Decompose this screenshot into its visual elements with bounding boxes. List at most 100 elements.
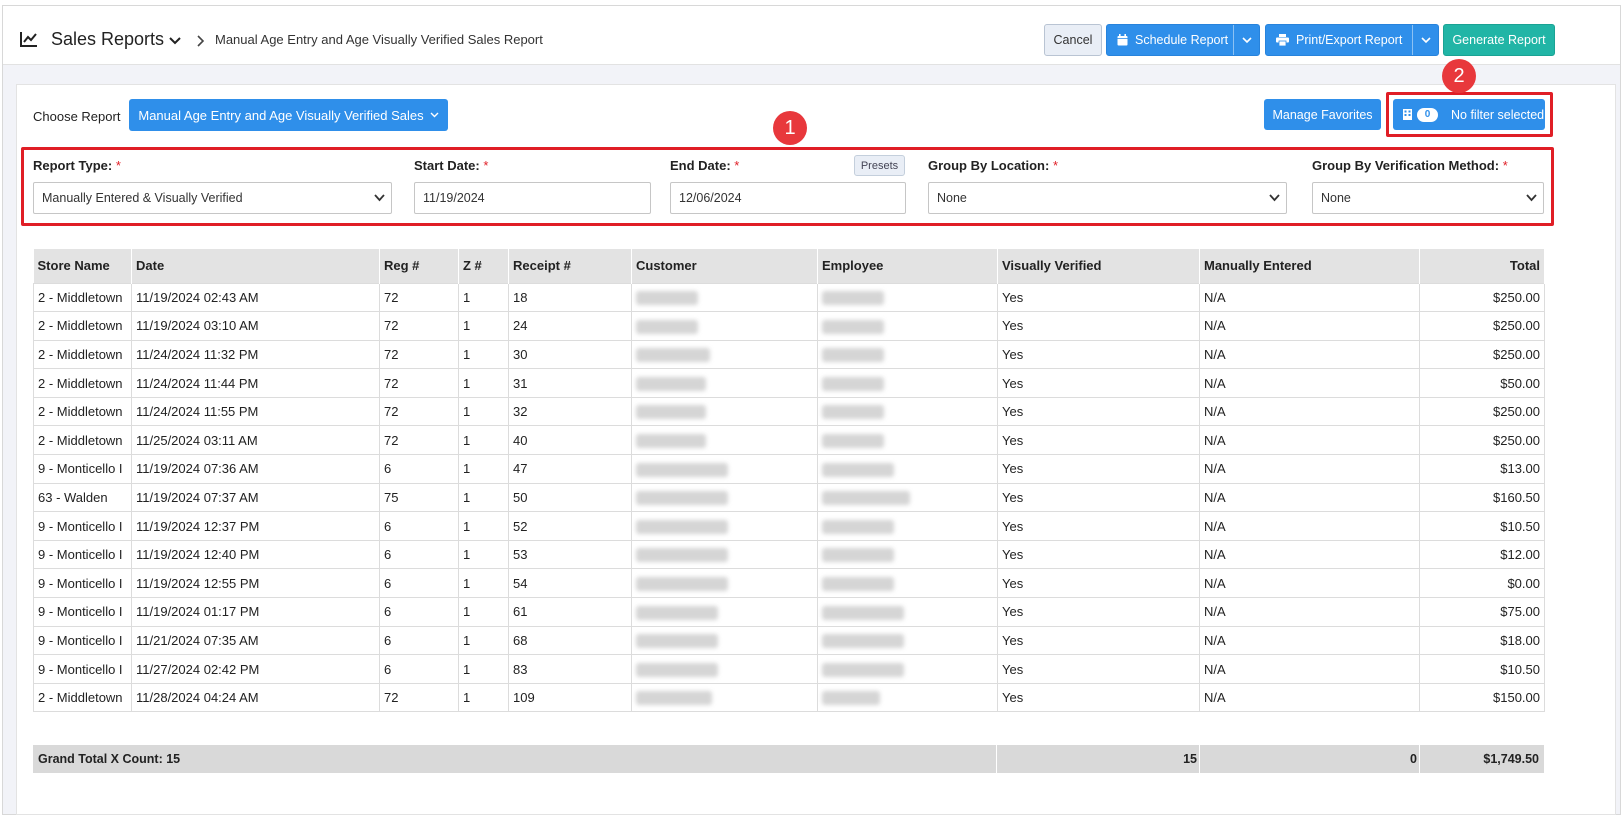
receipt-link[interactable]: 68 <box>508 625 632 656</box>
cancel-button[interactable]: Cancel <box>1044 24 1102 56</box>
manually-entered-cell: N/A <box>1199 425 1420 456</box>
report-type-select[interactable]: Manually Entered & Visually Verified <box>33 182 392 214</box>
redacted-name <box>636 291 698 306</box>
redacted-name <box>636 605 718 620</box>
receipt-link[interactable]: 30 <box>508 339 632 370</box>
receipt-link[interactable]: 61 <box>508 597 632 627</box>
total-cell: $10.50 <box>1419 654 1545 684</box>
manually-entered-cell: N/A <box>1199 368 1420 398</box>
visually-verified-cell: Yes <box>997 511 1200 541</box>
receipt-link[interactable]: 109 <box>508 682 632 713</box>
column-header[interactable]: Manually Entered <box>1199 249 1420 283</box>
schedule-report-button[interactable]: Schedule Report <box>1106 24 1260 56</box>
column-header[interactable]: Employee <box>817 249 998 283</box>
date-cell: 11/19/2024 03:10 AM <box>131 311 380 341</box>
start-date-input[interactable]: 11/19/2024 <box>414 182 651 214</box>
employee-cell <box>817 511 998 541</box>
redacted-name <box>822 462 894 477</box>
choose-report-dropdown[interactable]: Manual Age Entry and Age Visually Verifi… <box>129 99 448 131</box>
manually-entered-cell: N/A <box>1199 454 1420 484</box>
column-header[interactable]: Total <box>1419 249 1545 283</box>
date-cell: 11/19/2024 07:37 AM <box>131 482 380 513</box>
receipt-link[interactable]: 18 <box>508 282 632 313</box>
presets-button[interactable]: Presets <box>854 155 905 176</box>
visually-verified-cell: Yes <box>997 425 1200 456</box>
receipt-link[interactable]: 24 <box>508 311 632 341</box>
group-location-value: None <box>937 191 967 205</box>
highlight-box-filter <box>1386 92 1553 137</box>
end-date-input[interactable]: 12/06/2024 <box>670 182 906 214</box>
redacted-name <box>636 662 718 677</box>
customer-cell <box>631 425 818 456</box>
column-header[interactable]: Date <box>131 249 380 283</box>
required-mark: * <box>115 158 121 173</box>
date-cell: 11/19/2024 12:55 PM <box>131 568 380 599</box>
z-cell: 1 <box>458 682 509 713</box>
redacted-name <box>822 434 884 449</box>
total-cell: $75.00 <box>1419 597 1545 627</box>
chevron-down-icon[interactable] <box>168 34 182 48</box>
z-cell: 1 <box>458 339 509 370</box>
calendar-icon <box>1117 34 1128 46</box>
schedule-report-dropdown[interactable] <box>1233 25 1259 55</box>
column-header[interactable]: Visually Verified <box>997 249 1200 283</box>
receipt-link[interactable]: 32 <box>508 396 632 427</box>
customer-cell <box>631 454 818 484</box>
receipt-link[interactable]: 83 <box>508 654 632 684</box>
receipt-link[interactable]: 47 <box>508 454 632 484</box>
receipt-link[interactable]: 52 <box>508 511 632 541</box>
redacted-name <box>636 348 710 363</box>
group-verification-select[interactable]: None <box>1312 182 1544 214</box>
total-cell: $250.00 <box>1419 311 1545 341</box>
store-cell: 2 - Middletown <box>33 311 132 341</box>
store-cell: 9 - Monticello I <box>33 597 132 627</box>
print-export-dropdown[interactable] <box>1412 25 1438 55</box>
visually-verified-cell: Yes <box>997 339 1200 370</box>
annotation-marker-2: 2 <box>1442 59 1476 93</box>
redacted-name <box>822 376 884 391</box>
reg-cell: 6 <box>379 597 459 627</box>
customer-cell <box>631 311 818 341</box>
column-header[interactable]: Customer <box>631 249 818 283</box>
generate-report-button[interactable]: Generate Report <box>1443 24 1555 56</box>
store-cell: 9 - Monticello I <box>33 625 132 656</box>
group-location-select[interactable]: None <box>928 182 1287 214</box>
column-header[interactable]: Store Name <box>33 249 132 283</box>
z-cell: 1 <box>458 368 509 398</box>
report-type-value: Manually Entered & Visually Verified <box>42 191 243 205</box>
required-mark: * <box>1052 158 1059 173</box>
redacted-name <box>636 405 706 420</box>
store-cell: 63 - Walden <box>33 482 132 513</box>
total-cell: $150.00 <box>1419 682 1545 713</box>
employee-cell <box>817 425 998 456</box>
receipt-link[interactable]: 50 <box>508 482 632 513</box>
column-header[interactable]: Receipt # <box>508 249 632 283</box>
table-header-row: Store Name Date Reg # Z # Receipt # Cust… <box>33 249 1545 283</box>
visually-verified-cell: Yes <box>997 682 1200 713</box>
visually-verified-cell: Yes <box>997 311 1200 341</box>
receipt-link[interactable]: 40 <box>508 425 632 456</box>
chevron-down-icon <box>430 112 439 118</box>
redacted-name <box>822 691 880 706</box>
receipt-link[interactable]: 54 <box>508 568 632 599</box>
app-window: Sales Reports Manual Age Entry and Age V… <box>2 5 1621 815</box>
receipt-link[interactable]: 31 <box>508 368 632 398</box>
receipt-link[interactable]: 53 <box>508 539 632 570</box>
manually-entered-cell: N/A <box>1199 339 1420 370</box>
manually-entered-cell: N/A <box>1199 654 1420 684</box>
column-header[interactable]: Z # <box>458 249 509 283</box>
manage-favorites-button[interactable]: Manage Favorites <box>1264 99 1381 130</box>
redacted-name <box>636 319 698 334</box>
store-cell: 2 - Middletown <box>33 282 132 313</box>
customer-cell <box>631 368 818 398</box>
column-header[interactable]: Reg # <box>379 249 459 283</box>
redacted-name <box>822 548 894 563</box>
date-cell: 11/19/2024 12:40 PM <box>131 539 380 570</box>
grand-total-amount: $1,749.50 <box>1483 752 1539 766</box>
redacted-name <box>636 434 706 449</box>
total-cell: $50.00 <box>1419 368 1545 398</box>
employee-cell <box>817 625 998 656</box>
print-export-button[interactable]: Print/Export Report <box>1265 24 1439 56</box>
app-title[interactable]: Sales Reports <box>51 29 164 50</box>
generate-report-label: Generate Report <box>1452 33 1546 47</box>
